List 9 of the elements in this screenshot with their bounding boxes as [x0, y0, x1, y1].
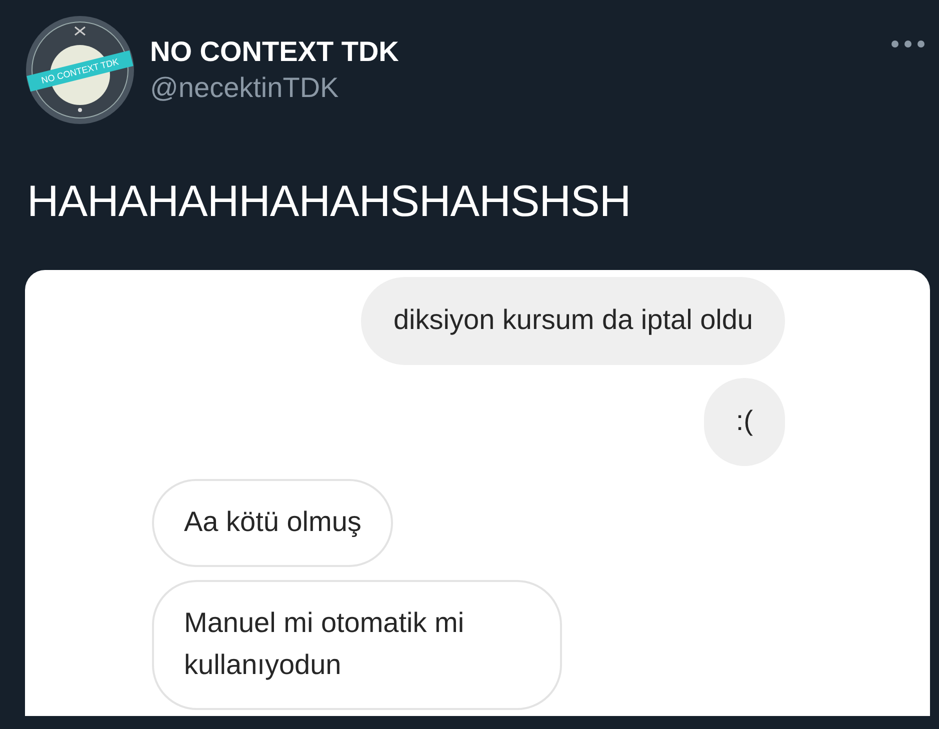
chat-bubble: :( — [704, 378, 785, 466]
tweet-text: HAHAHAHHAHAHSHAHSHSH — [27, 177, 632, 227]
chat-bubble: diksiyon kursum da iptal oldu — [361, 277, 785, 365]
more-icon[interactable] — [891, 40, 925, 48]
chat-bubble: Aa kötü olmuş — [152, 479, 394, 567]
display-name[interactable]: NO CONTEXT TDK — [150, 35, 876, 69]
username[interactable]: @necektinTDK — [150, 69, 876, 107]
chat-bubble: Manuel mi otomatik mi kullanıyodun — [152, 580, 562, 710]
attached-image[interactable]: diksiyon kursum da iptal oldu :( Aa kötü olmuş Manuel mi otomatik mi kullanıyodun — [25, 270, 930, 716]
